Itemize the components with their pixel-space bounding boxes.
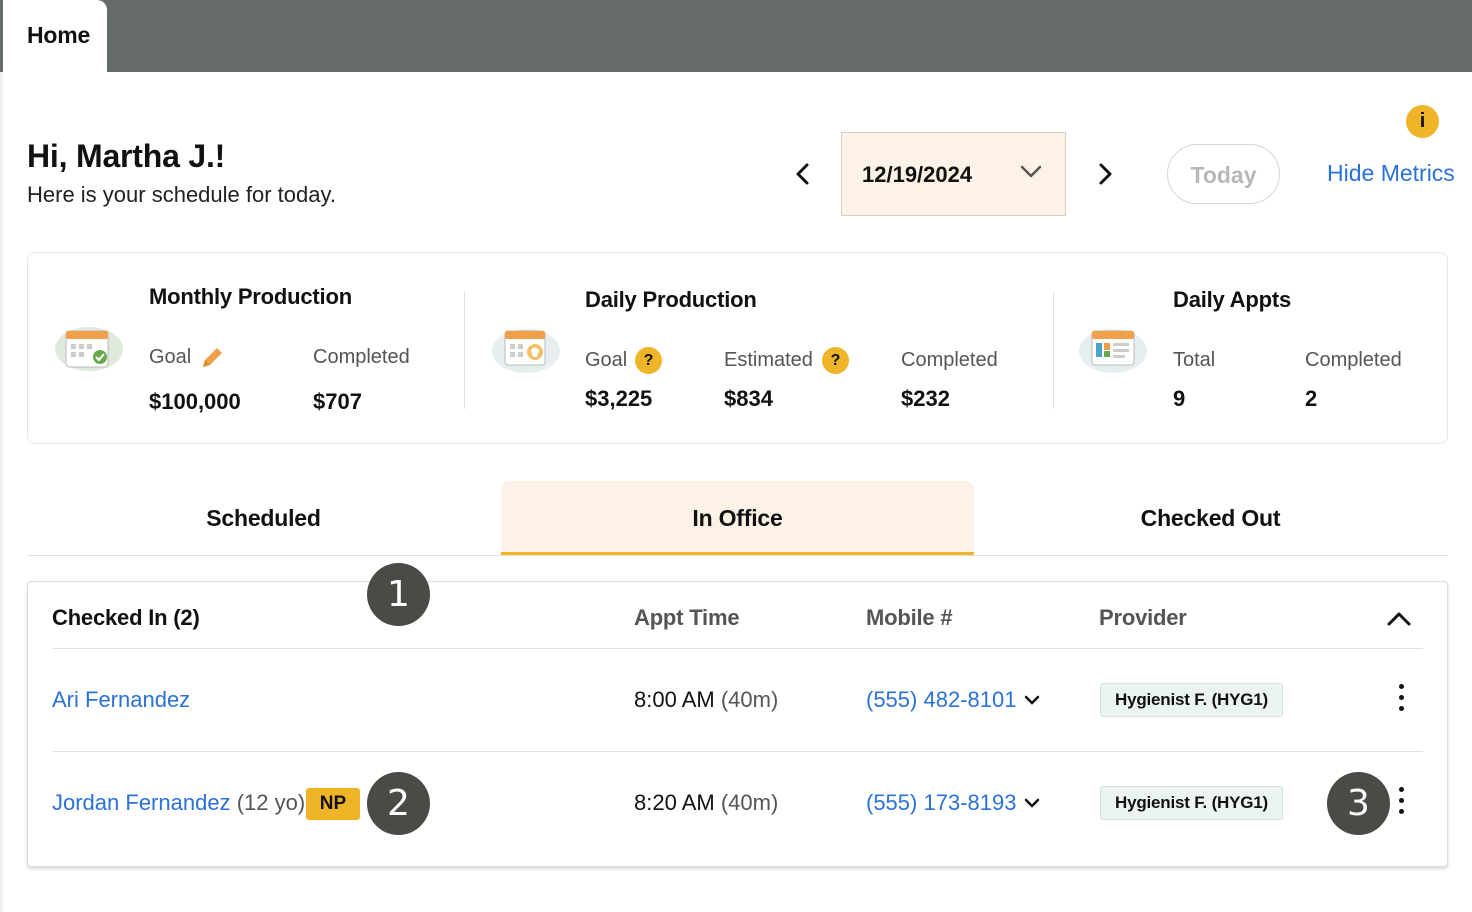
- today-button-label: Today: [1190, 162, 1257, 188]
- monthly-completed-value: $707: [313, 389, 362, 414]
- estimated-help-icon[interactable]: ?: [822, 347, 849, 374]
- appt-time-value: 8:20 AM: [634, 790, 715, 815]
- patient-name[interactable]: Jordan Fernandez: [52, 790, 231, 815]
- tab-home[interactable]: Home: [3, 0, 107, 72]
- appts-total-label: Total: [1173, 349, 1216, 371]
- row-divider: [52, 751, 1423, 752]
- callout-marker-1: 1: [367, 563, 430, 626]
- tab-scheduled[interactable]: Scheduled: [27, 481, 500, 555]
- mobile-number-link[interactable]: (555) 173-8193: [866, 790, 1016, 816]
- date-picker[interactable]: 12/19/2024: [841, 132, 1066, 216]
- tab-in-office[interactable]: In Office: [501, 481, 974, 555]
- tabs-divider: [27, 555, 1448, 556]
- metrics-divider: [464, 291, 465, 409]
- patient-name-link[interactable]: Ari Fernandez: [52, 687, 190, 713]
- date-value: 12/19/2024: [862, 162, 973, 187]
- daily-appts-title: Daily Appts: [1173, 287, 1292, 312]
- daily-production-icon: [492, 329, 560, 373]
- row-divider: [52, 648, 1423, 649]
- daily-goal-label: Goal: [585, 349, 628, 371]
- chevron-right-icon: [1099, 163, 1112, 185]
- daily-goal-value: $3,225: [585, 386, 653, 411]
- left-edge-divider: [0, 72, 3, 912]
- top-tab-bar: [0, 0, 1472, 72]
- appts-total-value: 9: [1173, 386, 1186, 411]
- chevron-down-icon: [1020, 165, 1042, 178]
- daily-completed-value: $232: [901, 386, 950, 411]
- tab-in-office-label: In Office: [692, 505, 783, 531]
- header-mobile: Mobile #: [866, 605, 953, 630]
- metrics-card: Monthly Production Goal Completed $100,0…: [27, 252, 1448, 444]
- new-patient-badge: NP: [306, 788, 360, 820]
- tab-checked-out[interactable]: Checked Out: [974, 481, 1447, 555]
- patient-age: (12 yo): [236, 790, 306, 815]
- today-button[interactable]: Today: [1167, 144, 1280, 204]
- chevron-left-icon: [796, 163, 809, 185]
- phone-dropdown-chevron-icon[interactable]: [1024, 797, 1040, 809]
- hide-metrics-link[interactable]: Hide Metrics: [1327, 160, 1455, 187]
- appts-completed-value: 2: [1305, 386, 1318, 411]
- monthly-goal-value: $100,000: [149, 389, 241, 414]
- daily-estimated-label: Estimated: [724, 349, 813, 371]
- monthly-goal-label: Goal: [149, 346, 192, 368]
- monthly-production-title: Monthly Production: [149, 284, 352, 309]
- callout-marker-3: 3: [1327, 772, 1390, 835]
- tab-scheduled-label: Scheduled: [206, 505, 321, 531]
- row-menu-kebab-icon[interactable]: [1398, 787, 1406, 820]
- edit-pencil-icon[interactable]: [199, 345, 225, 371]
- daily-estimated-value: $834: [724, 386, 773, 411]
- appt-time-value: 8:00 AM: [634, 687, 715, 712]
- tab-home-label: Home: [27, 22, 91, 48]
- row-menu-kebab-icon[interactable]: [1398, 684, 1406, 717]
- group-header: Checked In (2): [52, 605, 200, 630]
- daily-appts-icon: [1079, 329, 1147, 373]
- daily-completed-label: Completed: [901, 349, 998, 371]
- appt-time: 8:20 AM (40m): [634, 790, 778, 816]
- callout-marker-2: 2: [367, 772, 430, 835]
- header-provider: Provider: [1099, 605, 1187, 630]
- collapse-chevron-up-icon[interactable]: [1386, 610, 1412, 628]
- provider-badge: Hygienist F. (HYG1): [1100, 683, 1284, 717]
- daily-production-title: Daily Production: [585, 287, 757, 312]
- appts-completed-label: Completed: [1305, 349, 1402, 371]
- next-day-button[interactable]: [1092, 160, 1118, 188]
- goal-help-icon[interactable]: ?: [635, 347, 662, 374]
- info-icon[interactable]: i: [1406, 105, 1439, 138]
- appt-duration: (40m): [720, 687, 779, 712]
- mobile-number-link[interactable]: (555) 482-8101: [866, 687, 1016, 713]
- tab-checked-out-label: Checked Out: [1140, 505, 1281, 531]
- patient-name-link[interactable]: Jordan Fernandez (12 yo): [52, 790, 305, 816]
- provider-badge: Hygienist F. (HYG1): [1100, 786, 1284, 820]
- monthly-calendar-icon: [55, 327, 123, 371]
- appt-time: 8:00 AM (40m): [634, 687, 778, 713]
- page-subtitle: Here is your schedule for today.: [27, 182, 336, 207]
- page-title: Hi, Martha J.!: [27, 138, 226, 174]
- appt-duration: (40m): [720, 790, 779, 815]
- monthly-completed-label: Completed: [313, 346, 410, 368]
- prev-day-button[interactable]: [790, 160, 816, 188]
- header-appt-time: Appt Time: [634, 605, 740, 630]
- metrics-divider: [1053, 291, 1054, 409]
- phone-dropdown-chevron-icon[interactable]: [1024, 694, 1040, 706]
